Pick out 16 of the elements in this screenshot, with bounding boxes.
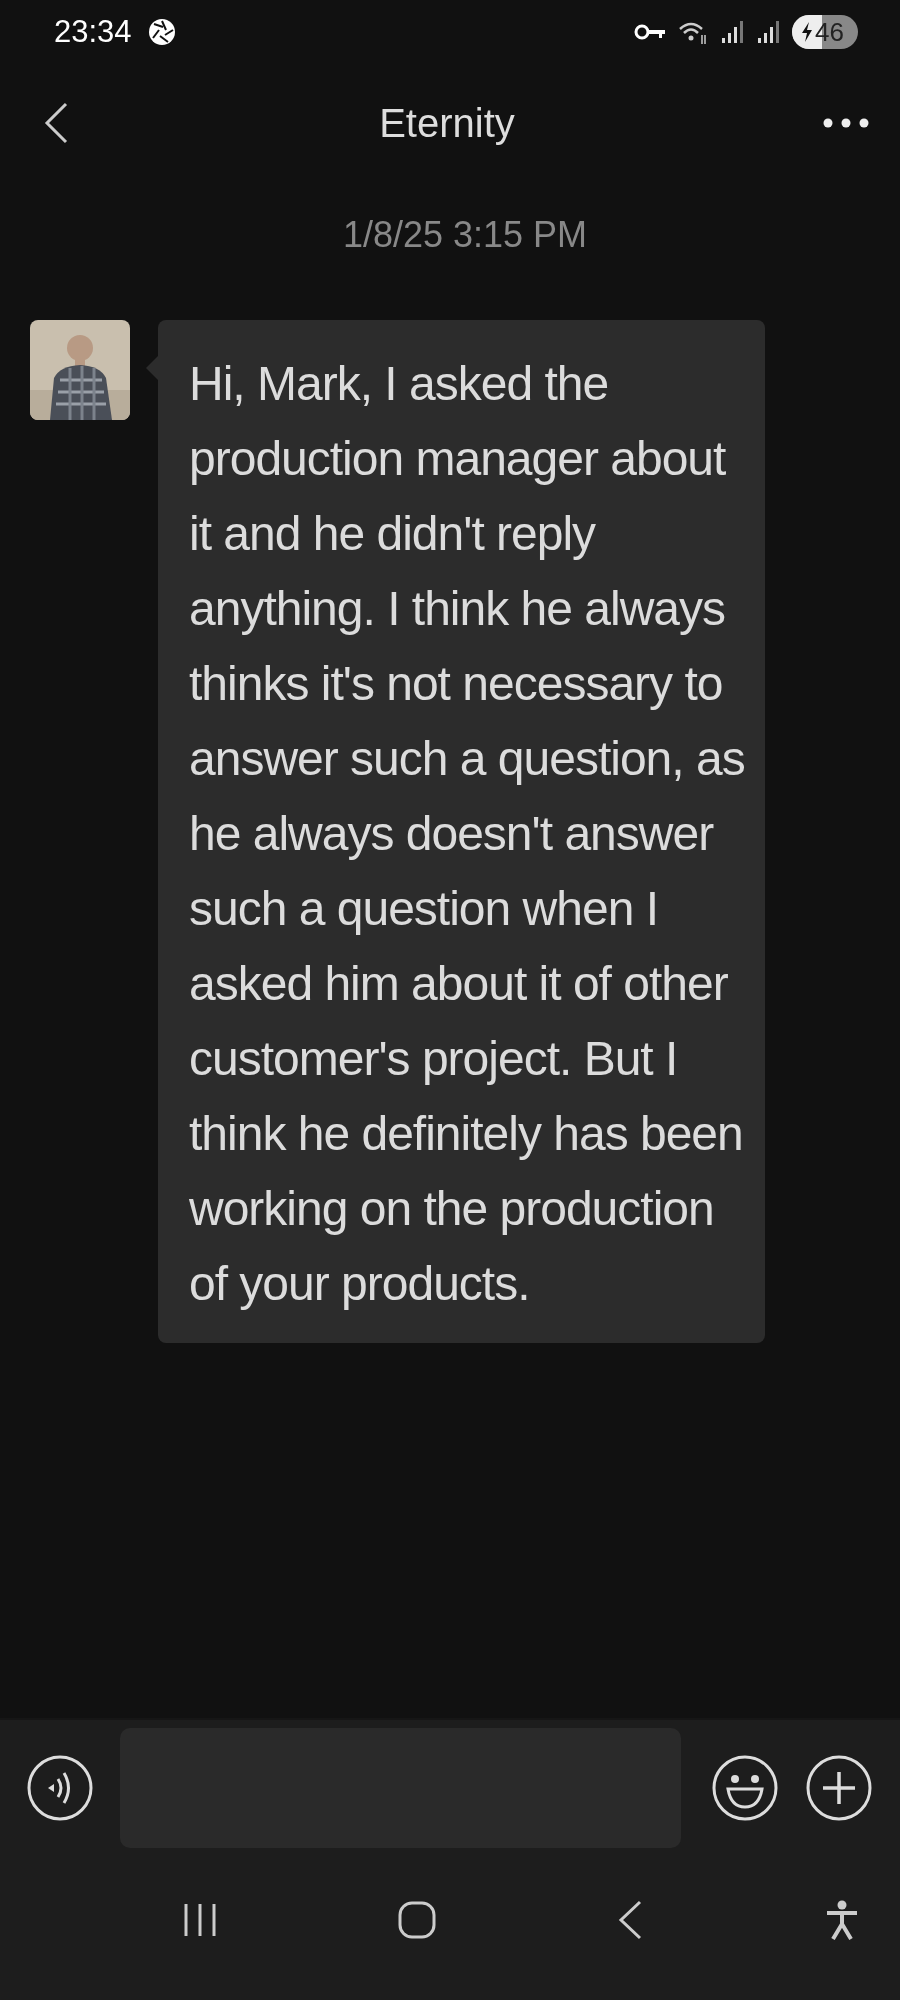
emoji-icon[interactable] <box>711 1754 779 1822</box>
signal-icon <box>756 20 780 44</box>
clock-time: 23:34 <box>54 14 132 50</box>
home-icon[interactable] <box>398 1901 436 1939</box>
plus-icon[interactable] <box>805 1754 873 1822</box>
back-icon[interactable] <box>617 1900 643 1940</box>
recent-apps-icon[interactable] <box>183 1902 217 1938</box>
signal-icon <box>720 20 744 44</box>
more-icon[interactable] <box>822 117 870 129</box>
chat-title: Eternity <box>379 100 515 146</box>
message-timestamp: 1/8/25 3:15 PM <box>342 214 588 256</box>
accessibility-icon[interactable] <box>824 1900 860 1940</box>
aperture-icon <box>147 18 176 46</box>
message-text: Hi, Mark, I asked the production manager about it and he didn't reply anything. I think he always thinks it's not necessary to answer such a question, as he always doesn't answer such a question when I asked him about it of other customer's project. But I think he definitely has been working on the production of your products. <box>189 356 746 1312</box>
key-icon <box>634 22 666 42</box>
voice-icon[interactable] <box>26 1754 94 1822</box>
